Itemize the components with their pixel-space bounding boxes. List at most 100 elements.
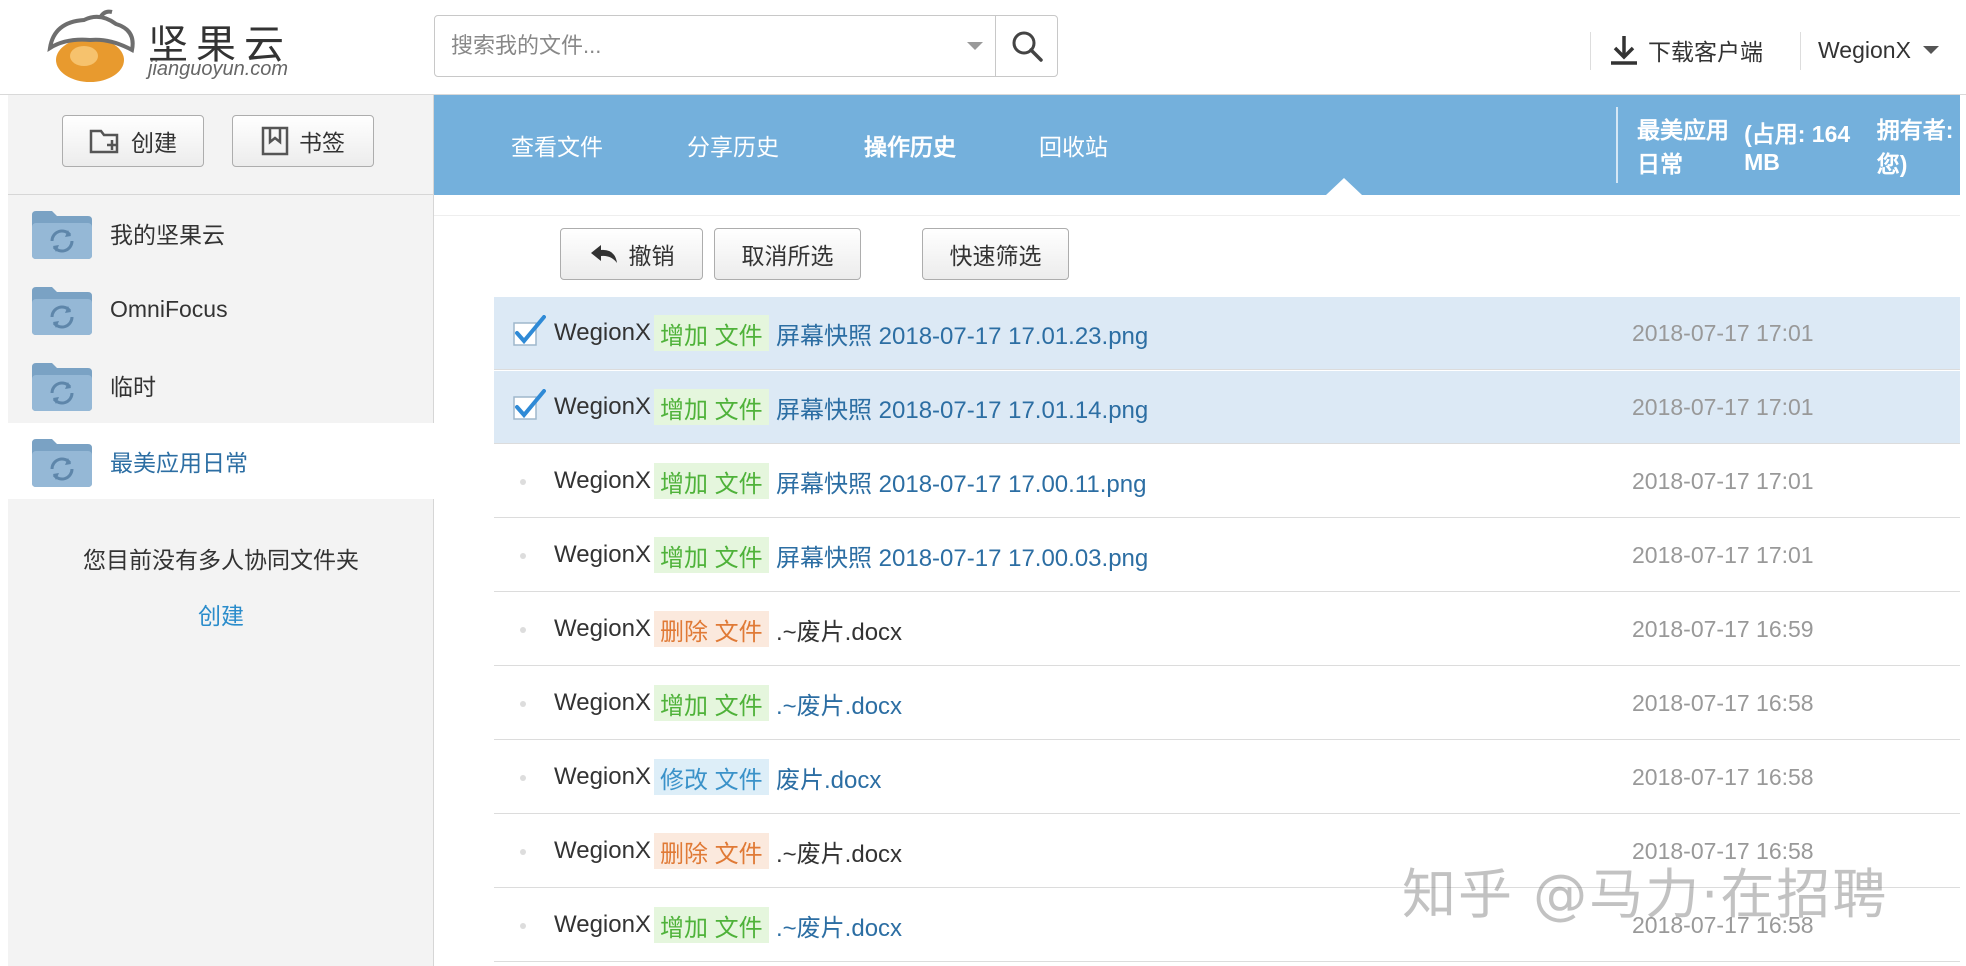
- history-row[interactable]: WegionX 增加 文件 屏幕快照 2018-07-17 17.00.11.png…: [494, 445, 1960, 518]
- row-select-dot[interactable]: [520, 923, 526, 929]
- file-link[interactable]: .~废片.docx: [776, 908, 902, 943]
- file-link[interactable]: 屏幕快照 2018-07-17 17.00.11.png: [776, 464, 1146, 499]
- tab-view-files[interactable]: 查看文件: [511, 95, 603, 195]
- user-menu[interactable]: WegionX: [1818, 30, 1941, 70]
- user-name: WegionX: [1818, 36, 1911, 63]
- sidebar-folder-omnifocus[interactable]: OmniFocus: [8, 271, 434, 347]
- history-timestamp: 2018-07-17 16:58: [1632, 689, 1814, 716]
- sidebar-folder-daily-apps[interactable]: 最美应用日常: [8, 423, 434, 499]
- history-user: WegionX: [554, 393, 651, 420]
- logo-domain: jianguoyun.com: [148, 58, 289, 80]
- download-client-label: 下载客户端: [1648, 39, 1763, 65]
- sidebar-folder-temp[interactable]: 临时: [8, 347, 434, 423]
- undo-button[interactable]: 撤销: [560, 228, 703, 280]
- row-select-dot[interactable]: [520, 701, 526, 707]
- chevron-down-icon: [1922, 46, 1939, 54]
- deselect-button-label: 取消所选: [741, 243, 834, 269]
- history-row[interactable]: WegionX 增加 文件 屏幕快照 2018-07-17 17.01.23.png…: [494, 297, 1960, 370]
- history-user: WegionX: [554, 319, 651, 346]
- history-row[interactable]: WegionX 增加 文件 屏幕快照 2018-07-17 17.01.14.png…: [494, 371, 1960, 444]
- history-user: WegionX: [554, 837, 651, 864]
- checkmark-icon[interactable]: [512, 315, 546, 349]
- row-select-dot[interactable]: [520, 775, 526, 781]
- create-button-label: 创建: [131, 130, 177, 156]
- action-badge: 增加 文件: [654, 907, 769, 943]
- history-user: WegionX: [554, 541, 651, 568]
- library-owner: 拥有者: 您): [1876, 117, 1954, 177]
- sync-folder-icon: [32, 287, 92, 335]
- sync-folder-icon: [32, 211, 92, 259]
- action-badge: 增加 文件: [654, 537, 769, 573]
- search-box: [434, 15, 1058, 77]
- undo-button-label: 撤销: [628, 243, 675, 269]
- history-user: WegionX: [554, 911, 651, 938]
- sync-folder-icon: [32, 439, 92, 487]
- bookmark-icon: [261, 126, 289, 156]
- action-badge: 修改 文件: [654, 759, 769, 795]
- action-badge: 增加 文件: [654, 315, 769, 351]
- action-badge: 增加 文件: [654, 463, 769, 499]
- create-shared-folder-link[interactable]: 创建: [8, 597, 434, 631]
- file-link[interactable]: 废片.docx: [776, 760, 881, 795]
- history-user: WegionX: [554, 615, 651, 642]
- chevron-down-icon: [967, 42, 983, 50]
- header-divider: [1590, 32, 1591, 70]
- jianguoyun-logo[interactable]: 坚果云 jianguoyun.com: [40, 8, 300, 88]
- bookmark-button[interactable]: 书签: [232, 115, 374, 167]
- action-badge: 删除 文件: [654, 833, 769, 869]
- folder-label: 临时: [110, 374, 156, 400]
- row-select-dot[interactable]: [520, 479, 526, 485]
- history-row[interactable]: WegionX 修改 文件 废片.docx 2018-07-17 16:58: [494, 741, 1960, 814]
- action-badge: 增加 文件: [654, 389, 769, 425]
- library-usage: (占用: 164 MB: [1744, 120, 1851, 175]
- header-divider: [1800, 32, 1801, 70]
- download-client-button[interactable]: 下载客户端: [1608, 30, 1763, 70]
- history-timestamp: 2018-07-17 17:01: [1632, 393, 1814, 420]
- history-timestamp: 2018-07-17 17:01: [1632, 319, 1814, 346]
- history-timestamp: 2018-07-17 16:59: [1632, 615, 1814, 642]
- new-folder-icon: [89, 129, 119, 154]
- history-row[interactable]: WegionX 增加 文件 .~废片.docx 2018-07-17 16:58: [494, 667, 1960, 740]
- search-scope-dropdown[interactable]: [955, 16, 995, 76]
- create-button[interactable]: 创建: [62, 115, 204, 167]
- deselect-button[interactable]: 取消所选: [714, 228, 861, 280]
- row-select-dot[interactable]: [520, 849, 526, 855]
- search-icon: [1012, 31, 1043, 62]
- active-tab-indicator: [1326, 178, 1362, 195]
- quick-filter-button[interactable]: 快速筛选: [922, 228, 1069, 280]
- history-user: WegionX: [554, 689, 651, 716]
- tab-divider: [1616, 107, 1618, 183]
- history-timestamp: 2018-07-17 16:58: [1632, 763, 1814, 790]
- watermark: 知乎 @马力·在招聘: [1402, 863, 1889, 926]
- file-link[interactable]: 屏幕快照 2018-07-17 17.01.23.png: [776, 316, 1148, 351]
- tab-operation-history[interactable]: 操作历史: [864, 95, 956, 195]
- search-input[interactable]: [435, 16, 995, 76]
- action-badge: 删除 文件: [654, 611, 769, 647]
- row-select-dot[interactable]: [520, 553, 526, 559]
- search-button[interactable]: [995, 16, 1057, 76]
- tab-share-history[interactable]: 分享历史: [687, 95, 779, 195]
- checkmark-icon[interactable]: [512, 389, 546, 423]
- row-select-dot[interactable]: [520, 627, 526, 633]
- history-timestamp: 2018-07-17 17:01: [1632, 467, 1814, 494]
- toolbar-separator: [434, 215, 1960, 216]
- sidebar-folder-my-jianguoyun[interactable]: 我的坚果云: [8, 195, 434, 271]
- deleted-file-name: .~废片.docx: [776, 840, 903, 868]
- acorn-logo-icon: [47, 9, 135, 82]
- folder-label: 我的坚果云: [110, 222, 225, 248]
- tab-recycle-bin[interactable]: 回收站: [1039, 95, 1108, 195]
- history-user: WegionX: [554, 467, 651, 494]
- history-timestamp: 2018-07-17 17:01: [1632, 541, 1814, 568]
- file-link[interactable]: 屏幕快照 2018-07-17 17.00.03.png: [776, 538, 1148, 573]
- action-badge: 增加 文件: [654, 685, 769, 721]
- sync-folder-icon: [32, 363, 92, 411]
- file-link[interactable]: .~废片.docx: [776, 686, 902, 721]
- library-name: 最美应用日常: [1637, 117, 1729, 177]
- history-row[interactable]: WegionX 增加 文件 屏幕快照 2018-07-17 17.00.03.png…: [494, 519, 1960, 592]
- undo-arrow-icon: [590, 245, 617, 263]
- tab-bar: 查看文件 分享历史 操作历史 回收站 最美应用日常 (占用: 164 MB 拥有…: [434, 95, 1960, 195]
- file-link[interactable]: 屏幕快照 2018-07-17 17.01.14.png: [776, 390, 1148, 425]
- folder-label: 最美应用日常: [110, 450, 248, 476]
- history-user: WegionX: [554, 763, 651, 790]
- history-row[interactable]: WegionX 删除 文件 .~废片.docx 2018-07-17 16:59: [494, 593, 1960, 666]
